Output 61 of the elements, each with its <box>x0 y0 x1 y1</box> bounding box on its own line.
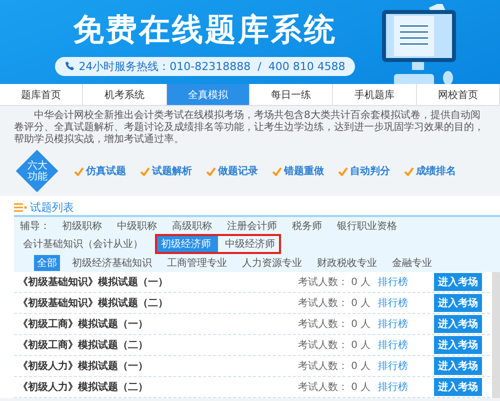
exam-title: 《初级基础知识》模拟试题（二） <box>18 296 169 310</box>
exam-title: 《初级基础知识》模拟试题（一） <box>18 275 169 289</box>
feature-label: 自动判分 <box>350 164 390 178</box>
participant-count: 考试人数： 0 人 <box>298 296 372 310</box>
check-icon <box>206 166 216 176</box>
nav-tab[interactable]: 全真模拟 <box>166 84 250 105</box>
subject-filter[interactable]: 税务师 <box>289 218 325 234</box>
ranking-link[interactable]: 排行榜 <box>378 319 408 330</box>
participant-count: 考试人数： 0 人 <box>298 360 372 373</box>
banner-title: 免费在线题库系统 <box>73 10 337 50</box>
category-filter[interactable]: 财政税收专业 <box>314 254 380 270</box>
subject-filter[interactable]: 会计基础知识（会计从业） <box>20 236 146 252</box>
ranking-link[interactable]: 排行榜 <box>378 340 408 351</box>
feature-label: 成绩排名 <box>416 164 456 178</box>
enter-exam-button[interactable]: 进入考场 <box>434 273 482 291</box>
enter-exam-button[interactable]: 进入考场 <box>434 357 482 375</box>
phone-icon <box>64 61 75 71</box>
check-icon <box>140 166 150 176</box>
ranking-link[interactable]: 排行榜 <box>378 277 408 288</box>
category-filter[interactable]: 金融专业 <box>389 254 435 270</box>
subject-filter[interactable]: 高级职称 <box>169 218 215 234</box>
subject-filter[interactable]: 注册会计师 <box>224 218 280 234</box>
check-icon <box>338 166 348 176</box>
subject-filter[interactable]: 初级职称 <box>59 218 105 234</box>
ranking-link[interactable]: 排行榜 <box>378 298 408 309</box>
enter-exam-button[interactable]: 进入考场 <box>434 294 482 312</box>
check-icon <box>404 166 414 176</box>
hotline-pill: 24小时服务热线：010-82318888 / 400 810 4588 <box>54 56 356 76</box>
exam-title: 《初级工商》模拟试题（一） <box>18 317 149 331</box>
exam-title: 《初级工商》模拟试题（二） <box>18 338 149 352</box>
check-icon <box>74 166 84 176</box>
check-icon <box>272 166 282 176</box>
participant-count: 考试人数： 0 人 <box>298 318 372 331</box>
subject-filter[interactable]: 中级经济师 <box>218 234 281 254</box>
feature-label: 做题记录 <box>218 164 258 178</box>
enter-exam-button[interactable]: 进入考场 <box>434 336 482 354</box>
exam-title: 《初级人力》模拟试题（二） <box>18 380 149 394</box>
list-title: 试题列表 <box>30 200 74 214</box>
category-filter[interactable]: 工商管理专业 <box>164 254 230 270</box>
intro-paragraph: 中华会计网校全新推出会计类考试在线模拟考场，考场共包含8大类共计百余套模拟试卷，提供自动阅卷评分、全真试题解析、考题讨论及成绩排名等功能，让考生边学边练，达到进一步巩固学习效果的目的，帮助学员模拟实战，增加考试通过率。 <box>14 110 485 146</box>
participant-count: 考试人数： 0 人 <box>298 276 372 289</box>
ranking-link[interactable]: 排行榜 <box>378 361 408 372</box>
enter-exam-button[interactable]: 进入考场 <box>434 315 482 333</box>
subject-filter[interactable]: 中级职称 <box>114 218 160 234</box>
category-filter[interactable]: 初级经济基础知识 <box>69 254 155 270</box>
category-filter[interactable]: 全部 <box>34 254 60 270</box>
subject-filter[interactable]: 初级经济师 <box>155 234 218 254</box>
filter-label: 辅导： <box>20 220 50 233</box>
feature-label: 错题重做 <box>284 164 324 178</box>
ranking-link[interactable]: 排行榜 <box>378 382 408 393</box>
participant-count: 考试人数： 0 人 <box>298 338 372 352</box>
exam-title: 《初级人力》模拟试题（一） <box>18 359 149 373</box>
list-icon <box>14 202 27 212</box>
scrollbar[interactable] <box>492 272 500 398</box>
category-filter[interactable]: 人力资源专业 <box>239 254 305 270</box>
features-badge: 六大功能 <box>16 150 58 192</box>
feature-label: 仿真试题 <box>86 164 126 178</box>
feature-label: 试题解析 <box>152 164 192 178</box>
enter-exam-button[interactable]: 进入考场 <box>434 378 482 396</box>
subject-filter[interactable]: 银行职业资格 <box>334 218 400 234</box>
participant-count: 考试人数： 0 人 <box>298 380 372 394</box>
